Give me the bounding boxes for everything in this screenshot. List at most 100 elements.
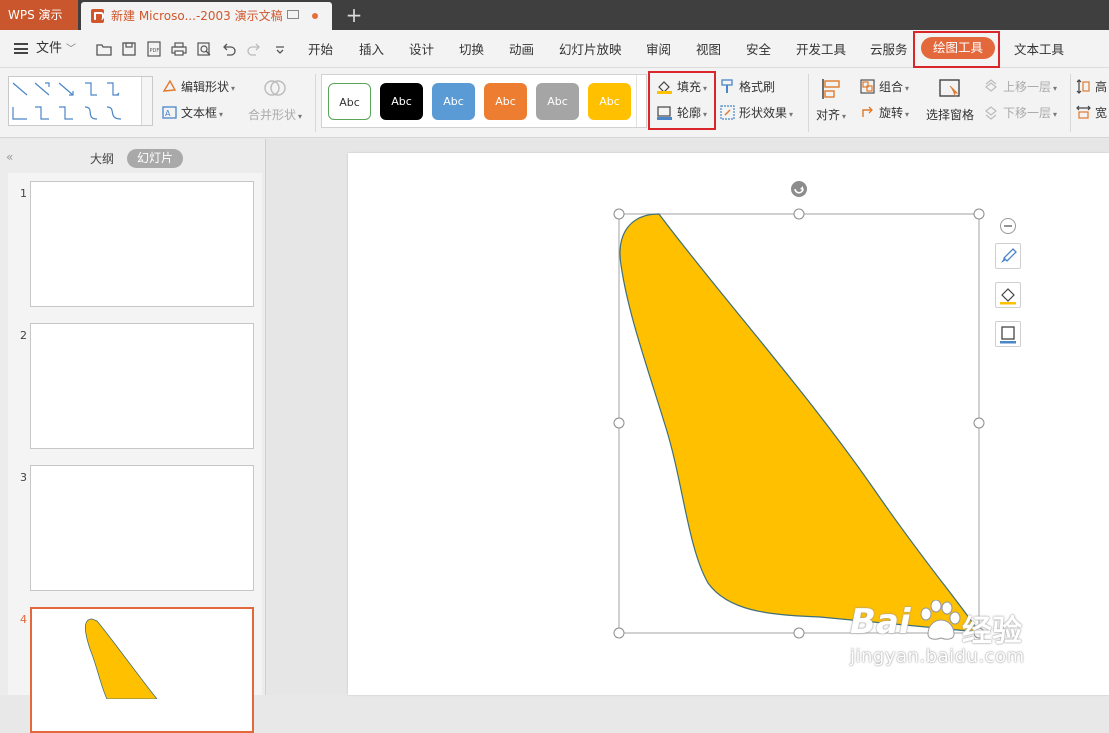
height-label[interactable]: 高 (1095, 79, 1107, 95)
style-swatch-black[interactable]: Abc (380, 83, 423, 120)
slide-number: 4 (20, 613, 27, 626)
file-menu-button[interactable]: 文件 ﹀ (14, 40, 76, 58)
bring-forward-button: 上移一层 ▾ (1003, 80, 1058, 94)
ribbon: 编辑形状 ▾ A 文本框 ▾ 合并形状 ▾ Abc Abc Abc Abc Abc A… (0, 68, 1109, 138)
thumbnail-shape (84, 618, 158, 700)
ribbon-separator (808, 74, 809, 132)
print-preview-icon[interactable] (196, 41, 212, 57)
menu-cloud[interactable]: 云服务 (870, 40, 908, 60)
tab-outline[interactable]: 大纲 (90, 150, 114, 167)
presentation-file-icon (91, 9, 104, 23)
ribbon-separator (1070, 74, 1071, 132)
edit-shape-button[interactable]: 编辑形状 ▾ (181, 79, 235, 97)
open-folder-icon[interactable] (96, 41, 112, 57)
paw-logo-icon (920, 600, 961, 640)
menu-review[interactable]: 审阅 (646, 40, 671, 60)
svg-text:A: A (165, 109, 171, 118)
paint-brush-icon (1001, 248, 1017, 263)
slide-thumbnail-3[interactable] (30, 465, 254, 591)
tab-slides[interactable]: 幻灯片 (127, 149, 183, 168)
style-swatch-orange[interactable]: Abc (484, 83, 527, 120)
height-icon (1076, 79, 1090, 94)
menu-developer[interactable]: 开发工具 (796, 40, 846, 60)
align-icon (822, 79, 840, 99)
slide-number: 3 (20, 471, 27, 484)
slide-panel: « 大纲 幻灯片 1 2 3 4 (0, 139, 266, 733)
fill-bucket-icon (1000, 288, 1016, 305)
group-button[interactable]: 组合 ▾ (879, 79, 909, 97)
customize-toolbar-icon[interactable] (272, 41, 288, 57)
style-swatch-gold[interactable]: Abc (588, 83, 631, 120)
bring-forward-icon (985, 79, 997, 92)
slide-thumbnail-2[interactable] (30, 323, 254, 449)
merge-shape-button: 合并形状 ▾ (248, 108, 303, 122)
print-icon[interactable] (171, 41, 187, 57)
float-fill-button[interactable] (995, 282, 1021, 308)
width-icon (1076, 105, 1091, 119)
menu-security[interactable]: 安全 (746, 40, 771, 60)
style-swatch-white[interactable]: Abc (328, 83, 371, 120)
menu-view[interactable]: 视图 (696, 40, 721, 60)
document-tab[interactable]: 新建 Microso...-2003 演示文稿 (81, 2, 332, 30)
collapse-float-toolbar-icon[interactable] (999, 217, 1017, 235)
menu-transition[interactable]: 切换 (459, 40, 484, 60)
menu-animation[interactable]: 动画 (509, 40, 534, 60)
selection-pane-button[interactable]: 选择窗格 (926, 107, 974, 123)
watermark-url: jingyan.baidu.com (850, 646, 1025, 667)
save-icon[interactable] (121, 41, 137, 57)
float-outline-button[interactable] (995, 321, 1021, 347)
group-icon (860, 79, 875, 94)
watermark-brand: Bai (850, 602, 911, 642)
edit-shape-icon (162, 79, 177, 92)
format-painter-button[interactable]: 格式刷 (739, 79, 775, 95)
title-bar: WPS 演示 新建 Microso...-2003 演示文稿 + (0, 0, 1109, 30)
menu-text-tools[interactable]: 文本工具 (1014, 40, 1064, 60)
style-gallery-scrollbar[interactable] (636, 75, 646, 127)
chevron-down-icon: ﹀ (66, 44, 77, 55)
new-tab-button[interactable]: + (343, 3, 365, 27)
baidu-jingyan-watermark: Bai 经验 jingyan.baidu.com (850, 600, 1050, 670)
shape-effects-icon (720, 105, 735, 120)
float-style-button[interactable] (995, 243, 1021, 269)
unsaved-dot-icon (312, 13, 318, 19)
align-button[interactable]: 对齐 ▾ (816, 107, 846, 125)
text-box-button[interactable]: 文本框 ▾ (181, 105, 223, 123)
style-swatch-gray[interactable]: Abc (536, 83, 579, 120)
file-menu-label: 文件 (36, 41, 63, 56)
format-painter-icon (721, 79, 733, 93)
slide-number: 2 (20, 329, 27, 342)
ribbon-separator (315, 74, 316, 132)
collapse-panel-icon[interactable]: « (6, 150, 13, 164)
hamburger-icon (14, 43, 28, 54)
width-label[interactable]: 宽 (1095, 105, 1107, 121)
undo-icon[interactable] (221, 41, 237, 57)
send-backward-icon (985, 106, 997, 120)
menu-design[interactable]: 设计 (409, 40, 434, 60)
menu-home[interactable]: 开始 (308, 40, 333, 60)
export-pdf-icon[interactable]: PDF (146, 41, 162, 57)
shape-style-gallery[interactable]: Abc Abc Abc Abc Abc Abc (321, 74, 647, 128)
app-tab[interactable]: WPS 演示 (0, 0, 78, 30)
slide-thumbnail-4[interactable] (30, 607, 254, 733)
outline-icon (1000, 326, 1016, 344)
rotate-button[interactable]: 旋转 ▾ (879, 105, 909, 123)
svg-text:PDF: PDF (150, 48, 160, 54)
selection-pane-icon (939, 79, 960, 98)
redo-icon (247, 43, 260, 56)
shape-effects-button[interactable]: 形状效果 ▾ (739, 105, 793, 123)
line-shape-gallery[interactable] (8, 76, 153, 126)
monitor-icon[interactable] (287, 10, 299, 19)
connector-shapes-icon[interactable] (9, 77, 141, 125)
menu-slideshow[interactable]: 幻灯片放映 (559, 40, 622, 60)
watermark-brand-cn: 经验 (962, 614, 1022, 649)
style-swatch-blue[interactable]: Abc (432, 83, 475, 120)
slide-thumbnail-1[interactable] (30, 181, 254, 307)
rotate-icon (862, 106, 873, 117)
slide-thumbnail-list: 1 2 3 4 (8, 173, 262, 733)
text-box-icon: A (162, 106, 177, 119)
menu-insert[interactable]: 插入 (359, 40, 384, 60)
highlight-fill-outline (648, 71, 716, 130)
send-backward-button: 下移一层 ▾ (1003, 106, 1058, 120)
document-tab-title: 新建 Microso...-2003 演示文稿 (111, 9, 283, 23)
gallery-scrollbar[interactable] (141, 77, 152, 125)
